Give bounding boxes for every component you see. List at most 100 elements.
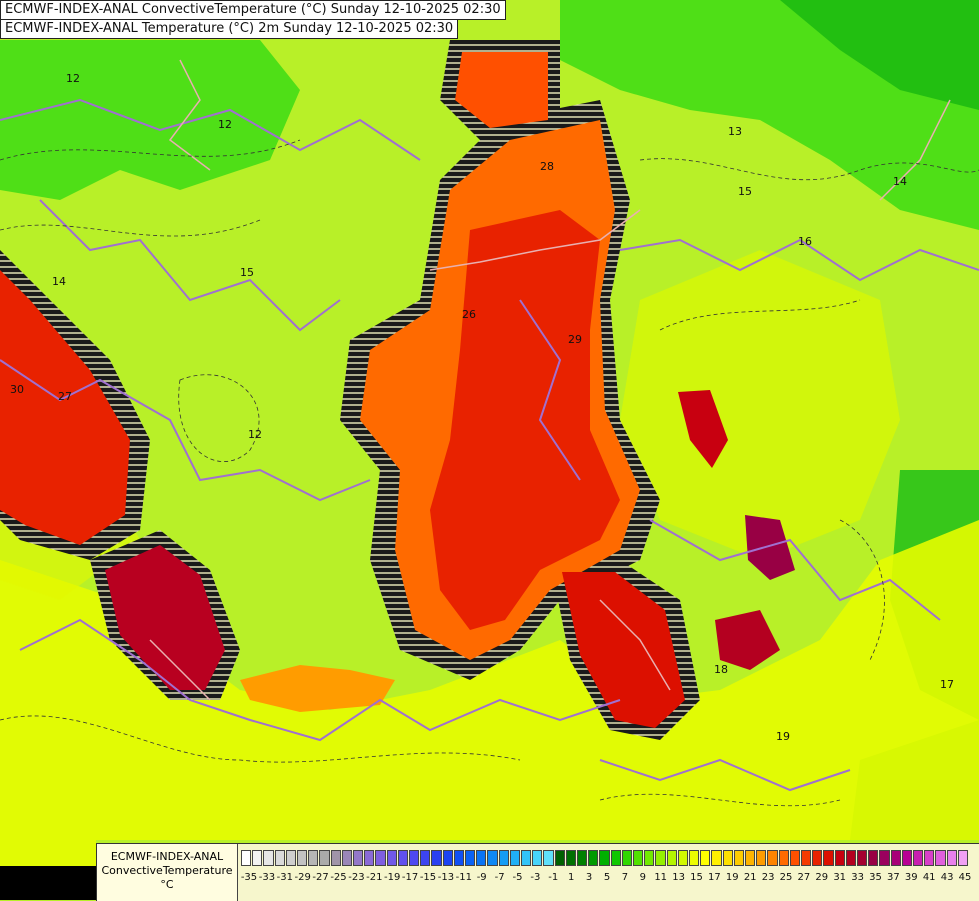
legend-swatch	[263, 850, 274, 866]
legend-swatch	[857, 850, 868, 866]
contour-label: 12	[66, 72, 80, 85]
legend-tick-label: -33	[258, 872, 276, 883]
legend-swatch	[801, 850, 812, 866]
legend-tick-label: -19	[384, 872, 401, 883]
legend-swatch	[924, 850, 935, 866]
legend-tick-label: 13	[672, 872, 685, 883]
contour-label: 13	[728, 125, 742, 138]
contour-label: 14	[893, 175, 907, 188]
legend-swatch	[521, 850, 532, 866]
legend-swatch	[845, 850, 856, 866]
legend-swatch	[532, 850, 543, 866]
legend-swatch	[677, 850, 688, 866]
legend-swatch	[285, 850, 296, 866]
legend-swatch	[565, 850, 576, 866]
legend-swatch	[431, 850, 442, 866]
legend-swatch	[935, 850, 946, 866]
legend-swatch	[868, 850, 879, 866]
legend-tick-label: 37	[887, 872, 900, 883]
legend-tick-label: -25	[330, 872, 347, 883]
legend-swatch	[453, 850, 464, 866]
legend-swatch	[588, 850, 599, 866]
legend-swatch	[711, 850, 722, 866]
legend-swatch	[823, 850, 834, 866]
legend-tick-label: 7	[621, 872, 629, 883]
legend-swatch	[543, 850, 554, 866]
legend-swatch	[297, 850, 308, 866]
legend-swatch	[420, 850, 431, 866]
contour-label: 15	[738, 185, 752, 198]
contour-label: 27	[58, 390, 72, 403]
legend-tick-label: -9	[476, 872, 487, 883]
legend-swatch	[241, 850, 252, 866]
legend-swatch	[812, 850, 823, 866]
legend-tick-label: -13	[437, 872, 455, 883]
legend-tick-label: 23	[761, 872, 775, 883]
legend-swatch	[353, 850, 364, 866]
legend-model: ECMWF-INDEX-ANAL	[110, 850, 224, 863]
legend-swatch	[644, 850, 655, 866]
legend-tick-label: -11	[455, 872, 472, 883]
legend-tick-label: -27	[312, 872, 329, 883]
legend-swatch	[767, 850, 778, 866]
legend-swatch	[890, 850, 901, 866]
contour-label: 17	[940, 678, 954, 691]
legend-tick-label: 33	[851, 872, 864, 883]
legend-swatch	[722, 850, 733, 866]
legend-tick-label: -17	[401, 872, 419, 883]
legend-swatch	[789, 850, 800, 866]
legend-swatch	[901, 850, 912, 866]
contour-label: 26	[462, 308, 476, 321]
legend-swatch	[655, 850, 666, 866]
legend-swatch	[957, 850, 968, 866]
legend-swatch	[621, 850, 632, 866]
legend-tick-label: 3	[585, 872, 593, 883]
legend-tick-label: 39	[904, 872, 918, 883]
legend-swatch	[319, 850, 330, 866]
contour-label: 18	[714, 663, 728, 676]
contour-label: 15	[240, 266, 254, 279]
legend-swatch	[465, 850, 476, 866]
legend-swatch	[946, 850, 957, 866]
color-legend: ECMWF-INDEX-ANAL ConvectiveTemperature °…	[96, 843, 979, 901]
legend-swatch	[733, 850, 744, 866]
legend-swatch	[330, 850, 341, 866]
map-title-convective-temperature: ECMWF-INDEX-ANAL ConvectiveTemperature (…	[0, 0, 506, 20]
legend-swatch	[756, 850, 767, 866]
legend-tick-label: 19	[725, 872, 739, 883]
contour-label: 19	[776, 730, 790, 743]
legend-unit: °C	[160, 878, 174, 891]
contour-label: 28	[540, 160, 554, 173]
legend-tick-label: 1	[568, 872, 575, 883]
legend-swatch	[913, 850, 924, 866]
legend-swatch	[274, 850, 285, 866]
legend-tick-label: -1	[548, 872, 559, 883]
legend-tick-label: -15	[419, 872, 437, 883]
contour-label: 30	[10, 383, 24, 396]
legend-tick-label: -23	[348, 872, 365, 883]
legend-swatch	[442, 850, 453, 866]
legend-swatch	[509, 850, 520, 866]
legend-swatch	[487, 850, 498, 866]
bottom-left-corner	[0, 866, 96, 900]
legend-tick-label: 17	[708, 872, 721, 883]
legend-swatch	[879, 850, 890, 866]
legend-tick-label: 5	[603, 872, 611, 883]
legend-swatch	[364, 850, 375, 866]
legend-swatch	[252, 850, 263, 866]
legend-swatch	[397, 850, 408, 866]
legend-swatch	[375, 850, 386, 866]
legend-tick-label: 35	[869, 872, 882, 883]
legend-tick-label: -31	[276, 872, 293, 883]
weather-map: 12 13 14 15 16 18 17 19 12 14 15 26 28 2…	[0, 0, 979, 900]
yellow-region-east	[620, 250, 900, 560]
legend-swatch	[778, 850, 789, 866]
contour-label: 29	[568, 333, 582, 346]
contour-label: 14	[52, 275, 66, 288]
legend-tick-label: 31	[833, 872, 847, 883]
legend-swatch	[341, 850, 352, 866]
legend-swatch	[409, 850, 420, 866]
legend-tick-label: 43	[940, 872, 954, 883]
legend-swatch	[700, 850, 711, 866]
legend-swatch	[308, 850, 319, 866]
